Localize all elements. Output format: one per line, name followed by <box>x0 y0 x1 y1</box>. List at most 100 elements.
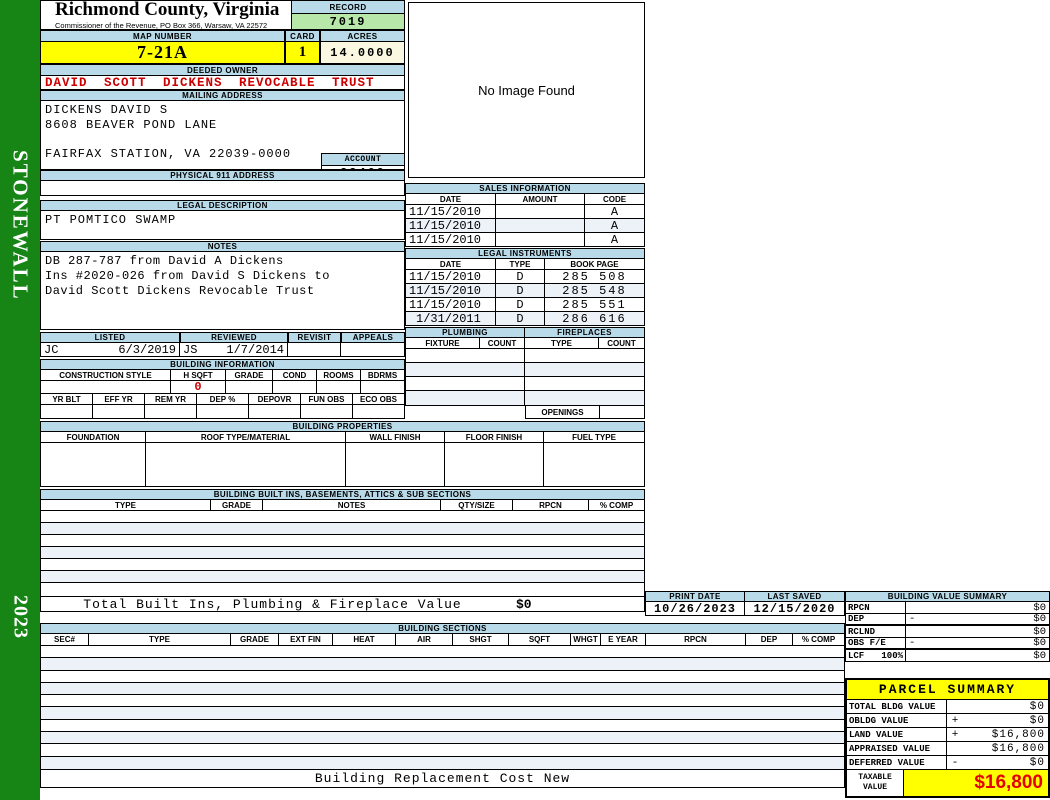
building-value-summary-label: BUILDING VALUE SUMMARY <box>845 591 1050 602</box>
mailing-address-section: MAILING ADDRESS DICKENS DAVID S 8608 BEA… <box>40 90 405 181</box>
tax-year-label: 2023 <box>9 595 32 639</box>
building-information-label: BUILDING INFORMATION <box>40 359 405 370</box>
owner-name: DAVID SCOTT DICKENS REVOCABLE TRUST <box>40 76 405 90</box>
bvs-row: DEP - $0 <box>845 613 1050 626</box>
reviewed-by: JS <box>183 342 198 357</box>
deeded-owner-label: DEEDED OWNER <box>40 64 405 76</box>
mailing-line-1: DICKENS DAVID S <box>45 103 169 117</box>
plumbing-rows <box>405 349 645 406</box>
wall-finish-label: WALL FINISH <box>346 432 445 442</box>
notes-line-2: Ins #2020-026 from David S Dickens to <box>45 269 330 283</box>
taxable-value-row: TAXABLE VALUE $16,800 <box>847 770 1048 796</box>
sec-shgt-label: SHGT <box>453 634 509 645</box>
building-value-summary-section: BUILDING VALUE SUMMARY RPCN $0 DEP - $0 R… <box>845 591 1050 662</box>
physical-address-label: PHYSICAL 911 ADDRESS <box>40 170 405 181</box>
construction-style-label: CONSTRUCTION STYLE <box>41 370 171 380</box>
legal-description-label: LEGAL DESCRIPTION <box>40 200 405 211</box>
instrument-type-label: TYPE <box>496 259 545 269</box>
record-value: 7019 <box>292 14 404 29</box>
legal-description-section: LEGAL DESCRIPTION PT POMTICO SWAMP <box>40 200 405 240</box>
last-saved-value: 12/15/2020 <box>753 601 836 616</box>
physical-address-section: PHYSICAL 911 ADDRESS <box>40 170 405 196</box>
h-sqft-label: H SQFT <box>171 370 226 380</box>
built-ins-type-label: TYPE <box>41 500 211 510</box>
acres-value: 14.0000 <box>320 42 405 64</box>
foundation-label: FOUNDATION <box>41 432 146 442</box>
building-sections-footer: Building Replacement Cost New <box>40 769 845 788</box>
sec-whgt-label: WHGT <box>571 634 601 645</box>
sec-air-label: AIR <box>396 634 453 645</box>
parcel-row: LAND VALUE + $16,800 <box>847 728 1048 742</box>
dep-pct-label: DEP % <box>197 394 249 404</box>
sales-information-label: SALES INFORMATION <box>405 183 645 194</box>
county-header: Richmond County, Virginia Commissioner o… <box>40 0 405 30</box>
plumbing-fireplaces-section: PLUMBING FIREPLACES FIXTURE COUNT TYPE C… <box>405 327 645 419</box>
rooms-label: ROOMS <box>317 370 361 380</box>
listed-value: JC 6/3/2019 <box>40 343 180 357</box>
instrument-date-label: DATE <box>406 259 496 269</box>
openings-label: OPENINGS <box>525 406 600 419</box>
fireplaces-label: FIREPLACES <box>525 327 645 338</box>
eco-obs-label: ECO OBS <box>353 394 404 404</box>
map-card-acres: MAP NUMBER 7-21A CARD 1 ACRES 14.0000 <box>40 30 405 64</box>
cond-label: COND <box>273 370 317 380</box>
record-label: RECORD <box>292 1 404 14</box>
grade-label: GRADE <box>226 370 273 380</box>
deeded-owner-section: DEEDED OWNER DAVID SCOTT DICKENS REVOCAB… <box>40 64 405 90</box>
building-sections-label: BUILDING SECTIONS <box>40 623 845 634</box>
bvs-row: RCLND $0 <box>845 626 1050 638</box>
listed-by: JC <box>44 342 59 357</box>
plumbing-count-label: COUNT <box>480 338 525 348</box>
rem-yr-label: REM YR <box>145 394 197 404</box>
fireplace-type-label: TYPE <box>525 338 599 348</box>
mailing-line-2: 8608 BEAVER POND LANE <box>45 117 218 132</box>
built-ins-total-row: Total Built Ins, Plumbing & Fireplace Va… <box>40 597 645 612</box>
building-properties-values <box>40 443 645 487</box>
listed-label: LISTED <box>40 332 180 343</box>
built-ins-qty-label: QTY/SIZE <box>441 500 513 510</box>
district-label: STONEWALL <box>8 149 33 301</box>
built-ins-notes-label: NOTES <box>263 500 441 510</box>
print-date-label: PRINT DATE <box>645 591 745 602</box>
review-section: LISTED REVIEWED REVISIT APPEALS JC 6/3/2… <box>40 332 405 357</box>
sec-extfin-label: EXT FIN <box>279 634 333 645</box>
bvs-row: OBS F/E - $0 <box>845 637 1050 650</box>
instrument-row: 1/31/2011 D 286 616 <box>405 312 645 326</box>
fun-obs-label: FUN OBS <box>301 394 353 404</box>
notes-label: NOTES <box>40 241 405 252</box>
legal-description-value: PT POMTICO SWAMP <box>40 211 405 240</box>
built-ins-rpcn-label: RPCN <box>513 500 589 510</box>
parcel-summary-title: PARCEL SUMMARY <box>847 680 1048 700</box>
parcel-row: DEFERRED VALUE - $0 <box>847 756 1048 770</box>
sales-row: 11/15/2010 A <box>405 205 645 219</box>
sales-code-label: CODE <box>585 194 644 204</box>
property-record-card: STONEWALL 2023 Richmond County, Virginia… <box>0 0 1050 800</box>
roof-type-label: ROOF TYPE/MATERIAL <box>146 432 346 442</box>
last-saved-label: LAST SAVED <box>745 591 845 602</box>
eff-yr-label: EFF YR <box>93 394 145 404</box>
appeals-label: APPEALS <box>341 332 405 343</box>
instrument-book-label: BOOK PAGE <box>545 259 644 269</box>
building-properties-section: BUILDING PROPERTIES FOUNDATION ROOF TYPE… <box>40 421 645 487</box>
bvs-row: RPCN $0 <box>845 602 1050 614</box>
map-number-value: 7-21A <box>40 42 285 64</box>
built-ins-comp-label: % COMP <box>589 500 644 510</box>
taxable-value-label: TAXABLE VALUE <box>847 770 904 796</box>
plumbing-label: PLUMBING <box>405 327 525 338</box>
map-number-label: MAP NUMBER <box>40 30 285 42</box>
county-title: Richmond County, Virginia <box>55 0 280 20</box>
instrument-row: 11/15/2010 D 285 548 <box>405 284 645 298</box>
sales-date-label: DATE <box>406 194 496 204</box>
built-ins-total-value: $0 <box>516 596 532 612</box>
notes-line-1: DB 287-787 from David A Dickens <box>45 254 284 268</box>
card-label: CARD <box>285 30 320 42</box>
bdrms-label: BDRMS <box>361 370 404 380</box>
openings-row: OPENINGS <box>525 406 645 419</box>
revisit-value <box>288 343 341 357</box>
parcel-row: OBLDG VALUE + $0 <box>847 714 1048 728</box>
reviewed-label: REVIEWED <box>180 332 288 343</box>
no-image-text: No Image Found <box>478 82 575 98</box>
sec-rpcn-label: RPCN <box>646 634 746 645</box>
notes-section: NOTES DB 287-787 from David A Dickens In… <box>40 241 405 330</box>
depovr-label: DEPOVR <box>249 394 301 404</box>
